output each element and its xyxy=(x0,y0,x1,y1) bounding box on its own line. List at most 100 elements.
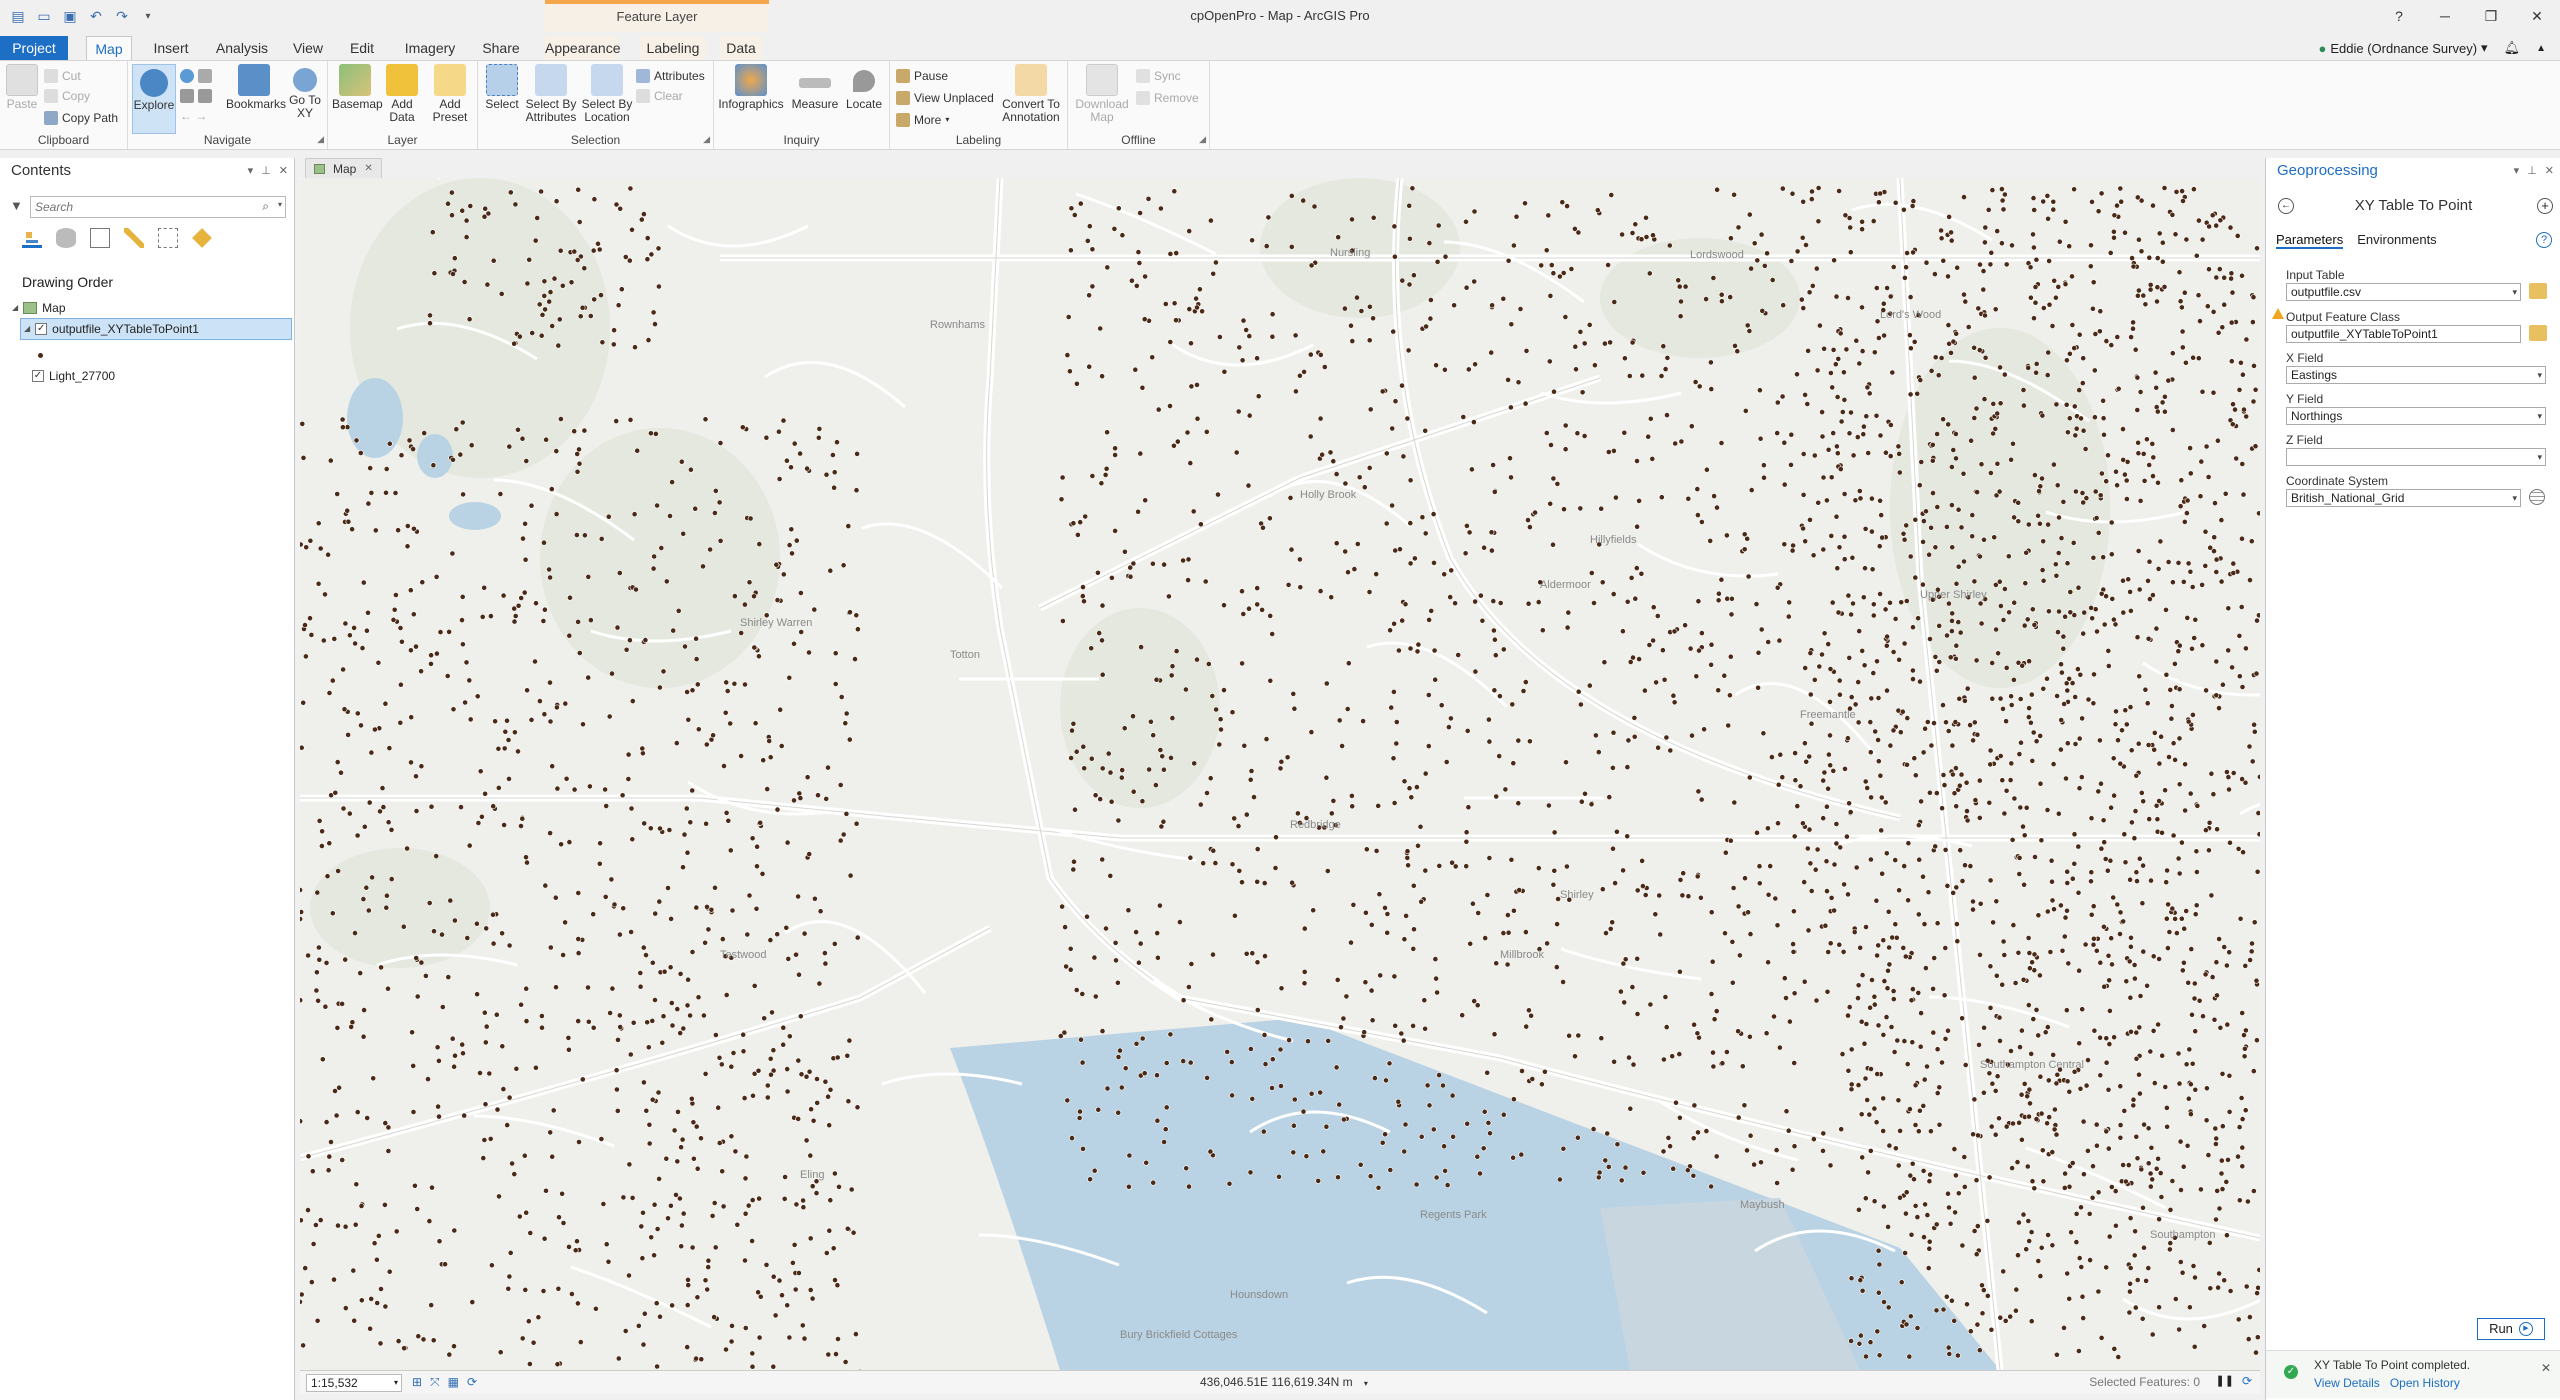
explore-button[interactable]: Explore xyxy=(132,64,176,134)
browse-folder-icon[interactable] xyxy=(2529,325,2547,341)
tab-imagery[interactable]: Imagery xyxy=(400,36,460,60)
filter-icon[interactable]: ▼ xyxy=(10,198,23,213)
selection-launcher-icon[interactable]: ◢ xyxy=(703,134,710,145)
add-icon[interactable]: + xyxy=(2537,198,2553,214)
offline-launcher-icon[interactable]: ◢ xyxy=(1199,134,1206,145)
go-to-xy-button[interactable]: Go To XY xyxy=(286,64,324,120)
tab-project[interactable]: Project xyxy=(0,36,68,60)
minimize-button[interactable]: ─ xyxy=(2422,0,2468,32)
open-project-icon[interactable]: ▭ xyxy=(34,8,54,24)
output-feature-class-field[interactable]: outputfile_XYTableToPoint1 xyxy=(2286,325,2521,343)
expand-arrow-icon[interactable]: ◢ xyxy=(24,318,30,340)
view-details-link[interactable]: View Details xyxy=(2314,1376,2380,1390)
bookmarks-button[interactable]: Bookmarks xyxy=(226,64,286,111)
collapse-ribbon-icon[interactable]: ▲ xyxy=(2536,43,2546,54)
attributes-button[interactable]: Attributes xyxy=(636,67,705,85)
select-by-attributes-button[interactable]: Select By Attributes xyxy=(522,64,580,124)
expand-arrow-icon[interactable]: ◢ xyxy=(12,297,18,319)
tab-edit[interactable]: Edit xyxy=(344,36,380,60)
list-by-data-source-icon[interactable] xyxy=(56,228,76,248)
select-by-location-button[interactable]: Select By Location xyxy=(580,64,634,124)
close-message-icon[interactable]: ✕ xyxy=(2541,1361,2551,1375)
save-icon[interactable]: ▣ xyxy=(60,8,80,24)
notifications-bell-icon[interactable]: 🔔︎ xyxy=(2504,40,2521,56)
grid-icon[interactable]: ▦ xyxy=(448,1375,459,1390)
redo-icon[interactable]: ↷ xyxy=(112,8,132,24)
cut-button[interactable]: Cut xyxy=(44,67,81,85)
clear-selection-button[interactable]: Clear xyxy=(636,87,683,105)
user-menu[interactable]: ● Eddie (Ordnance Survey) ▾ xyxy=(2319,40,2488,56)
chevron-down-icon[interactable]: ▾ xyxy=(1364,1379,1368,1388)
coordinate-system-select[interactable]: British_National_Grid ▾ xyxy=(2286,489,2521,507)
list-by-editing-icon[interactable] xyxy=(124,228,144,248)
copy-path-button[interactable]: Copy Path xyxy=(44,109,118,127)
paste-button[interactable]: Paste xyxy=(2,64,42,111)
search-icon[interactable]: ⌕ xyxy=(262,199,269,214)
chevron-down-icon[interactable]: ▾ xyxy=(278,200,282,209)
list-by-drawing-order-icon[interactable] xyxy=(22,228,42,248)
toc-basemap-row[interactable]: ✓ Light_27700 xyxy=(32,365,115,387)
remove-button[interactable]: Remove xyxy=(1136,89,1199,107)
x-field-select[interactable]: Eastings ▾ xyxy=(2286,366,2546,384)
list-by-labeling-icon[interactable] xyxy=(192,228,212,248)
basemap-button[interactable]: Basemap xyxy=(332,64,383,111)
full-extent-button[interactable] xyxy=(180,67,212,85)
refresh-icon[interactable]: ⟳ xyxy=(2242,1374,2252,1388)
pause-labeling-button[interactable]: Pause xyxy=(896,67,948,85)
convert-to-annotation-button[interactable]: Convert To Annotation xyxy=(998,64,1064,124)
measure-button[interactable]: Measure xyxy=(790,64,840,111)
pause-drawing-icon[interactable]: ❚❚ xyxy=(2216,1374,2234,1388)
select-button[interactable]: Select xyxy=(482,64,522,111)
more-labeling-button[interactable]: More ▾ xyxy=(896,111,949,129)
tab-insert[interactable]: Insert xyxy=(146,36,196,60)
globe-icon[interactable] xyxy=(2529,489,2545,505)
tab-appearance[interactable]: Appearance xyxy=(545,36,621,60)
input-table-field[interactable]: outputfile.csv ▾ xyxy=(2286,283,2521,301)
list-by-selection-icon[interactable] xyxy=(90,228,110,248)
open-history-link[interactable]: Open History xyxy=(2390,1376,2460,1390)
close-pane-icon[interactable]: ✕ xyxy=(2545,158,2554,184)
view-unplaced-button[interactable]: View Unplaced xyxy=(896,89,994,107)
navigate-launcher-icon[interactable]: ◢ xyxy=(317,134,324,145)
pin-icon[interactable]: ⊥ xyxy=(261,158,271,184)
tab-parameters[interactable]: Parameters xyxy=(2276,232,2344,249)
layer-visibility-checkbox[interactable]: ✓ xyxy=(35,323,48,335)
back-forward-buttons[interactable]: ← → xyxy=(180,107,207,125)
toc-layer-row-selected[interactable]: ◢ ✓ outputfile_XYTableToPoint1 xyxy=(20,318,292,340)
layout-ratio-icon[interactable]: ⊞ xyxy=(412,1375,422,1390)
copy-button[interactable]: Copy xyxy=(44,87,90,105)
layer-visibility-checkbox[interactable]: ✓ xyxy=(32,370,44,382)
customize-qat-icon[interactable]: ▾ xyxy=(138,8,158,24)
new-project-icon[interactable]: ▤ xyxy=(8,8,28,24)
tab-share[interactable]: Share xyxy=(476,36,526,60)
pane-options-icon[interactable]: ▾ xyxy=(248,158,254,184)
tab-analysis[interactable]: Analysis xyxy=(210,36,274,60)
restore-button[interactable]: ❐ xyxy=(2468,0,2514,32)
y-field-select[interactable]: Northings ▾ xyxy=(2286,407,2546,425)
rotate-icon[interactable]: ⟳ xyxy=(467,1375,477,1390)
add-preset-button[interactable]: Add Preset xyxy=(426,64,474,124)
help-icon[interactable]: ? xyxy=(2536,232,2552,248)
run-button[interactable]: Run ▶ xyxy=(2477,1318,2545,1340)
contents-search-input[interactable] xyxy=(31,197,251,217)
tab-data[interactable]: Data xyxy=(720,36,762,60)
download-map-button[interactable]: Download Map xyxy=(1072,64,1132,124)
pane-options-icon[interactable]: ▾ xyxy=(2514,158,2520,184)
locate-button[interactable]: Locate xyxy=(842,64,886,111)
add-data-button[interactable]: Add Data xyxy=(380,64,424,124)
map-view-tab[interactable]: Map ✕ xyxy=(305,158,382,178)
pin-icon[interactable]: ⊥ xyxy=(2527,158,2537,184)
z-field-select[interactable]: ▾ xyxy=(2286,448,2546,466)
list-by-snapping-icon[interactable] xyxy=(158,228,178,248)
toc-map-row[interactable]: ◢ Map xyxy=(12,297,66,319)
contents-search-box[interactable]: ⌕ ▾ xyxy=(30,196,286,218)
close-tab-icon[interactable]: ✕ xyxy=(364,159,372,179)
map-canvas[interactable]: Nursling Lordswood Lord's Wood Holly Brook H… xyxy=(300,178,2260,1370)
fixed-zoom-button[interactable] xyxy=(180,87,212,105)
undo-icon[interactable]: ↶ xyxy=(86,8,106,24)
close-button[interactable]: ✕ xyxy=(2514,0,2560,32)
tab-map[interactable]: Map xyxy=(86,36,132,61)
tab-environments[interactable]: Environments xyxy=(2357,232,2436,249)
infographics-button[interactable]: Infographics xyxy=(718,64,784,111)
help-button[interactable]: ? xyxy=(2376,0,2422,32)
